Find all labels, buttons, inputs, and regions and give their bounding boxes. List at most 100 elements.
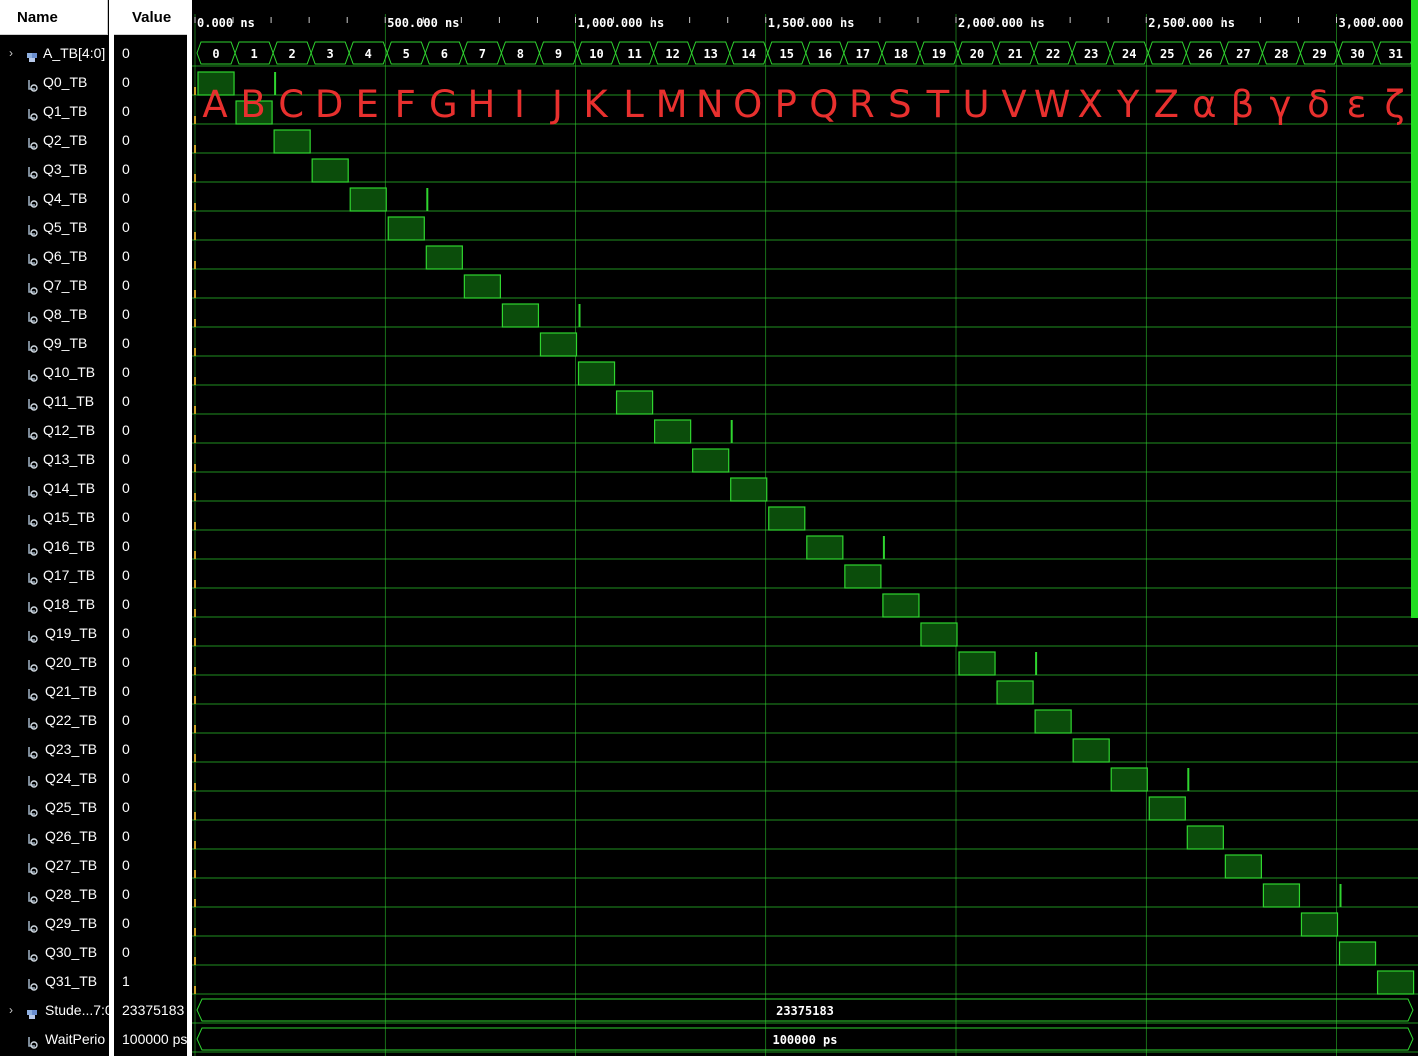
- signal-value: 0: [122, 45, 130, 61]
- signal-name-row[interactable]: Q29_TB: [0, 910, 109, 936]
- signal-name: Q1_TB: [43, 103, 88, 119]
- bus-segment-label: 11: [627, 47, 641, 61]
- signal-name-row[interactable]: Q26_TB: [0, 823, 109, 849]
- signal-name-row[interactable]: Q28_TB: [0, 881, 109, 907]
- signal-name-row[interactable]: Q11_TB: [0, 388, 109, 414]
- signal-name-row[interactable]: Q9_TB: [0, 330, 109, 356]
- annotation-letters: ABCDEFGHIJKLMNOPQRSTUVWXYZαβγδεζ: [202, 83, 1404, 126]
- expand-chevron-icon[interactable]: ›: [9, 40, 13, 66]
- logic-signal-icon: [26, 916, 39, 933]
- signal-name-row[interactable]: Q14_TB: [0, 475, 109, 501]
- signal-name-row[interactable]: Q25_TB: [0, 794, 109, 820]
- signal-value: 0: [122, 509, 130, 525]
- signal-value: 100000 ps: [122, 1031, 187, 1047]
- signal-name-row[interactable]: Q4_TB: [0, 185, 109, 211]
- signal-name-row[interactable]: Q0_TB: [0, 69, 109, 95]
- signal-pulse: [273, 129, 311, 154]
- signal-name-row[interactable]: Q22_TB: [0, 707, 109, 733]
- bus-segment-label: 18: [894, 47, 908, 61]
- signal-pulse: [1300, 912, 1339, 937]
- annotation-letter: T: [926, 83, 950, 126]
- signal-name-row[interactable]: WaitPerio: [0, 1026, 109, 1052]
- signal-value: 0: [122, 190, 130, 206]
- signal-name-row[interactable]: Q16_TB: [0, 533, 109, 559]
- logic-signal-icon: [26, 887, 39, 904]
- signal-pulse: [1338, 941, 1377, 966]
- wait-period-wave-label: 100000 ps: [772, 1033, 837, 1047]
- signal-value: 0: [122, 219, 130, 235]
- signal-pulse: [768, 506, 806, 531]
- signal-value: 0: [122, 915, 130, 931]
- signal-name-row[interactable]: › Stude...7:0: [0, 997, 109, 1023]
- signal-value: 0: [122, 886, 130, 902]
- waveform-panel[interactable]: 0.000 ns 500.000 ns 1,000.000 ns 1,500.000 …: [192, 0, 1418, 1056]
- signal-name-row[interactable]: Q7_TB: [0, 272, 109, 298]
- annotation-letter: O: [733, 83, 762, 126]
- bus-segment-label: 15: [780, 47, 794, 61]
- cursor-marker[interactable]: [1411, 0, 1418, 618]
- annotation-letter: Y: [1116, 83, 1140, 126]
- signal-name-row[interactable]: Q6_TB: [0, 243, 109, 269]
- signal-name-row[interactable]: Q12_TB: [0, 417, 109, 443]
- bus-segment-label: 19: [932, 47, 946, 61]
- signal-name-row[interactable]: Q17_TB: [0, 562, 109, 588]
- bus-segment-label: 5: [403, 47, 410, 61]
- signal-value: 0: [122, 654, 130, 670]
- signal-name-row[interactable]: Q30_TB: [0, 939, 109, 965]
- signal-name-row[interactable]: › A_TB[4:0]: [0, 40, 109, 66]
- bus-segment-label: 14: [741, 47, 755, 61]
- signal-value: 0: [122, 161, 130, 177]
- signal-value: 0: [122, 74, 130, 90]
- signal-name-row[interactable]: Q1_TB: [0, 98, 109, 124]
- signal-name: Q17_TB: [43, 567, 96, 583]
- signal-name-row[interactable]: Q31_TB: [0, 968, 109, 994]
- signal-pulse: [1376, 970, 1415, 995]
- signal-value: 0: [122, 596, 130, 612]
- signal-name-row[interactable]: Q27_TB: [0, 852, 109, 878]
- signal-name-row[interactable]: Q20_TB: [0, 649, 109, 675]
- value-column-header[interactable]: Value: [114, 0, 187, 35]
- annotation-letter: ζ: [1385, 83, 1405, 126]
- signal-name: Q18_TB: [43, 596, 96, 612]
- signal-value: 0: [122, 103, 130, 119]
- signal-pulse: [1148, 796, 1186, 821]
- signal-value: 1: [122, 973, 130, 989]
- signal-name-row[interactable]: Q8_TB: [0, 301, 109, 327]
- logic-signal-icon: [26, 133, 39, 150]
- signal-pulse: [920, 622, 958, 647]
- signal-pulse: [1072, 738, 1110, 763]
- logic-signal-icon: [26, 394, 39, 411]
- waveform-canvas[interactable]: 0.000 ns 500.000 ns 1,000.000 ns 1,500.000 …: [192, 0, 1418, 1056]
- signal-name: Q4_TB: [43, 190, 88, 206]
- signal-name-row[interactable]: Q2_TB: [0, 127, 109, 153]
- signal-name-row[interactable]: Q15_TB: [0, 504, 109, 530]
- annotation-letter: δ: [1307, 83, 1330, 126]
- signal-name-row[interactable]: Q13_TB: [0, 446, 109, 472]
- signal-name-row[interactable]: Q3_TB: [0, 156, 109, 182]
- signal-value: 0: [122, 422, 130, 438]
- signal-value: 0: [122, 712, 130, 728]
- signal-name-row[interactable]: Q19_TB: [0, 620, 109, 646]
- annotation-letter: H: [467, 83, 495, 126]
- signal-pulse: [806, 535, 844, 560]
- logic-signal-icon: [26, 713, 39, 730]
- signal-pulse: [425, 245, 463, 270]
- signal-value: 0: [122, 857, 130, 873]
- signal-name-row[interactable]: Q21_TB: [0, 678, 109, 704]
- signal-name-row[interactable]: Q23_TB: [0, 736, 109, 762]
- expand-chevron-icon[interactable]: ›: [9, 997, 13, 1023]
- signal-name: Q22_TB: [45, 712, 98, 728]
- logic-signal-icon: [26, 539, 39, 556]
- signal-name: Q11_TB: [43, 393, 95, 409]
- signal-name-row[interactable]: Q18_TB: [0, 591, 109, 617]
- annotation-letter: W: [1034, 83, 1071, 126]
- signal-name-row[interactable]: Q10_TB: [0, 359, 109, 385]
- signal-name-row[interactable]: Q5_TB: [0, 214, 109, 240]
- signal-name: Q9_TB: [43, 335, 88, 351]
- timeline-tick-label: 0.000 ns: [197, 16, 255, 30]
- signal-name-row[interactable]: Q24_TB: [0, 765, 109, 791]
- name-column-header[interactable]: Name: [0, 0, 108, 35]
- bus-segment-label: 20: [970, 47, 984, 61]
- signal-value: 0: [122, 132, 130, 148]
- bus-segment-label: 12: [665, 47, 679, 61]
